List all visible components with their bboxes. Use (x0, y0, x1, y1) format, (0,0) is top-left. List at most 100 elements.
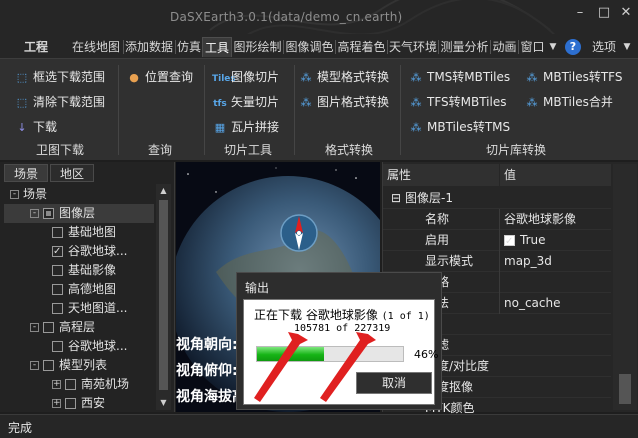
tiles-icon: Tiles (212, 74, 236, 84)
menu-add-data[interactable]: 添加数据 (124, 37, 174, 57)
tree-node-elevation-layer[interactable]: - 高程层 (30, 318, 95, 337)
image-format-convert-button[interactable]: ⁂ 图片格式转换 (298, 92, 390, 112)
title-bar: DaSXEarth3.0.1(data/demo_cn.earth) – □ ✕ (0, 0, 638, 34)
menu-window[interactable]: 窗口 (519, 37, 546, 57)
convert-icon: ⁂ (410, 121, 422, 134)
menu-simulation[interactable]: 仿真 (176, 37, 202, 57)
help-icon[interactable]: ? (565, 39, 581, 55)
layer-checkbox[interactable] (52, 341, 63, 352)
tile-merge-button[interactable]: ▦ 瓦片拼接 (212, 117, 279, 137)
tms-to-mbtiles-button[interactable]: ⁂ TMS转MBTiles (408, 67, 511, 87)
layer-checkbox[interactable] (43, 208, 54, 219)
ribbon-separator (118, 65, 119, 155)
expand-icon[interactable]: + (52, 380, 61, 389)
download-button[interactable]: ↓ 下载 (14, 117, 57, 137)
collapse-icon[interactable]: - (30, 209, 39, 218)
options-menu[interactable]: 选项 (588, 37, 620, 57)
expand-icon[interactable]: + (52, 399, 61, 408)
tab-scene[interactable]: 场景 (4, 164, 48, 182)
tree-node-base-imagery[interactable]: 基础影像 (52, 261, 116, 280)
tree-node-base-map[interactable]: 基础地图 (52, 223, 116, 242)
menu-graphic-draw[interactable]: 图形绘制 (232, 37, 283, 57)
mbtiles-to-tms-button[interactable]: ⁂ MBTiles转TMS (408, 117, 511, 137)
menu-weather[interactable]: 天气环境 (388, 37, 438, 57)
download-icon: ↓ (17, 121, 27, 134)
tree-node-model-list[interactable]: - 模型列表 (30, 356, 107, 375)
property-header-name[interactable]: 属性 (383, 164, 499, 186)
image-tiling-button[interactable]: Tiles图像切片 (212, 67, 279, 87)
enabled-checkbox[interactable] (504, 231, 515, 252)
compass-icon[interactable] (278, 208, 320, 270)
menu-measure[interactable]: 测量分析 (439, 37, 490, 57)
property-row-display-mode[interactable]: 显示模式 map_3d (383, 251, 611, 272)
group-label-satellite-download: 卫图下载 (35, 143, 84, 157)
mbtiles-to-tfs-button[interactable]: ⁂ MBTiles转TFS (524, 67, 623, 87)
model-format-convert-button[interactable]: ⁂ 模型格式转换 (298, 67, 390, 87)
layer-checkbox[interactable] (65, 398, 76, 409)
layer-checkbox[interactable] (43, 360, 54, 371)
property-row-name[interactable]: 名称 谷歌地球影像 (383, 209, 611, 230)
tree-node-tianditu[interactable]: 天地图道... (52, 299, 127, 318)
mbtiles-merge-button[interactable]: ⁂ MBTiles合并 (524, 92, 613, 112)
properties-scrollbar[interactable] (613, 164, 637, 410)
scroll-thumb[interactable] (619, 374, 631, 404)
tab-region[interactable]: 地区 (50, 164, 94, 182)
menu-tools[interactable]: 工具 (202, 37, 232, 57)
tfs-to-mbtiles-button[interactable]: ⁂ TFS转MBTiles (408, 92, 507, 112)
menu-project[interactable]: 工程 (16, 37, 56, 57)
property-group-row[interactable]: ⊟ 图像层-1 (383, 188, 611, 209)
menu-animation[interactable]: 动画 (491, 37, 518, 57)
scroll-thumb[interactable] (159, 200, 168, 390)
minimize-button[interactable]: – (570, 4, 590, 22)
dialog-title: 输出 (245, 281, 270, 295)
select-download-area-button[interactable]: ⬚ 框选下载范围 (14, 67, 105, 87)
tree-node-xian[interactable]: + 西安 (52, 394, 105, 413)
menu-elevation-color[interactable]: 高程着色 (336, 37, 387, 57)
ribbon-separator (400, 65, 401, 155)
location-query-button[interactable]: ● 位置查询 (126, 67, 193, 87)
options-chevron-icon[interactable]: ▼ (622, 37, 632, 57)
tree-node-google-earth[interactable]: 谷歌地球... (52, 242, 127, 261)
tree-node-google-elevation[interactable]: 谷歌地球... (52, 337, 127, 356)
select-area-icon: ⬚ (16, 71, 28, 84)
window-title: DaSXEarth3.0.1(data/demo_cn.earth) (170, 10, 403, 24)
view-pitch-label: 视角俯仰: (176, 363, 238, 379)
menu-online-map[interactable]: 在线地图 (70, 37, 122, 57)
tree-node-amap[interactable]: 高德地图 (52, 280, 116, 299)
merge-icon: ⁂ (526, 96, 538, 109)
location-pin-icon: ● (129, 71, 139, 84)
status-bar: 完成 (0, 414, 638, 438)
collapse-icon[interactable]: - (30, 361, 39, 370)
tree-node-scene[interactable]: - 场景 (10, 185, 47, 204)
ribbon-toolbar: ⬚ 框选下载范围 ⬚ 清除下载范围 ↓ 下载 卫图下载 ● 位置查询 查询 Tiles图… (0, 58, 638, 160)
group-label-format-convert: 格式转换 (324, 143, 373, 157)
tree-node-image-layer[interactable]: - 图像层 (4, 204, 154, 223)
layer-checkbox[interactable] (43, 322, 54, 333)
layer-checkbox[interactable] (52, 227, 63, 238)
collapse-icon[interactable]: ⊟ (391, 188, 401, 209)
tree-node-nanyuan-airport[interactable]: + 南苑机场 (52, 375, 129, 394)
scroll-down-icon[interactable]: ▼ (156, 398, 171, 407)
collapse-icon[interactable]: - (10, 190, 19, 199)
layer-checkbox[interactable] (65, 379, 76, 390)
menu-dropdown-icon[interactable]: ▼ (548, 37, 558, 57)
layer-checkbox[interactable] (52, 284, 63, 295)
tree-scrollbar[interactable]: ▲ ▼ (156, 184, 171, 410)
close-button[interactable]: ✕ (616, 4, 636, 22)
vector-tiling-button[interactable]: tfs 矢量切片 (212, 92, 279, 112)
layer-checkbox[interactable] (52, 265, 63, 276)
convert-icon: ⁂ (410, 71, 422, 84)
clear-download-area-button[interactable]: ⬚ 清除下载范围 (14, 92, 105, 112)
property-header-value[interactable]: 值 (500, 164, 611, 186)
menu-image-color[interactable]: 图像调色 (284, 37, 335, 57)
property-row-enabled[interactable]: 启用 True (383, 230, 611, 252)
layer-checkbox[interactable] (52, 242, 63, 261)
layer-checkbox[interactable] (52, 303, 63, 314)
collapse-icon[interactable]: - (30, 323, 39, 332)
convert-icon: ⁂ (526, 71, 538, 84)
ribbon-separator (204, 65, 205, 155)
maximize-button[interactable]: □ (594, 4, 614, 22)
convert-icon: ⁂ (410, 96, 422, 109)
scroll-up-icon[interactable]: ▲ (156, 186, 171, 195)
model-convert-icon: ⁂ (300, 71, 312, 84)
